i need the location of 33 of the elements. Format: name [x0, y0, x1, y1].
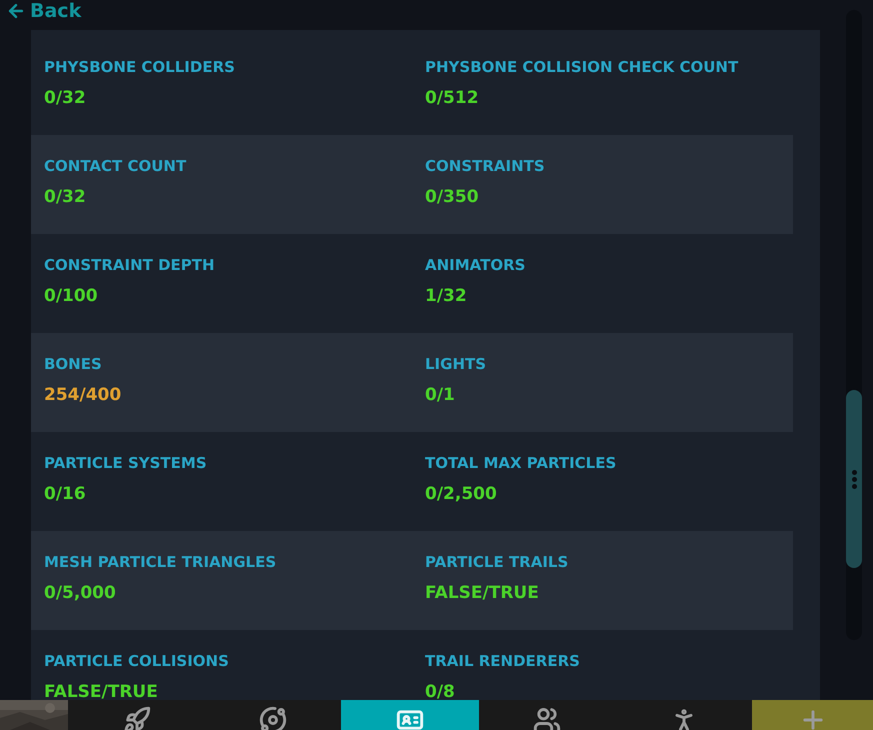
stat-value: 0/512 [425, 88, 480, 108]
stat-label: ANIMATORS [425, 256, 526, 274]
stat-value: 0/16 [44, 484, 87, 504]
stat-value: 254/400 [44, 385, 122, 405]
stat-value: FALSE/TRUE [44, 682, 159, 700]
stat-label: PARTICLE SYSTEMS [44, 454, 208, 472]
stat-value: 0/32 [44, 88, 87, 108]
stat-label: LIGHTS [425, 355, 488, 373]
stat-value: 0/5,000 [44, 583, 117, 603]
stat-value: 0/350 [425, 187, 480, 207]
stat-label: CONSTRAINT DEPTH [44, 256, 216, 274]
stat-value: 0/2,500 [425, 484, 498, 504]
stat-value: 0/100 [44, 286, 99, 306]
back-link[interactable]: Back [0, 0, 82, 22]
stat-label: CONSTRAINTS [425, 157, 546, 175]
stat-label: PHYSBONE COLLIDERS [44, 58, 236, 76]
people-icon [533, 706, 561, 730]
stat-value: FALSE/TRUE [425, 583, 540, 603]
rocket-icon [122, 706, 150, 730]
stat-value: 0/8 [425, 682, 456, 700]
stat-label: BONES [44, 355, 103, 373]
stat-label: PHYSBONE COLLISION CHECK COUNT [425, 58, 740, 76]
planet-icon [259, 706, 287, 730]
stat-value: 1/32 [425, 286, 468, 306]
scrollbar-thumb[interactable] [846, 390, 862, 568]
stat-label: TRAIL RENDERERS [425, 652, 581, 670]
stat-label: MESH PARTICLE TRIANGLES [44, 553, 278, 571]
stat-label: PARTICLE TRAILS [425, 553, 570, 571]
stat-value: 0/32 [44, 187, 87, 207]
stat-label: CONTACT COUNT [44, 157, 188, 175]
stat-value: 0/1 [425, 385, 456, 405]
stat-label: PARTICLE COLLISIONS [44, 652, 230, 670]
stat-label: TOTAL MAX PARTICLES [425, 454, 618, 472]
